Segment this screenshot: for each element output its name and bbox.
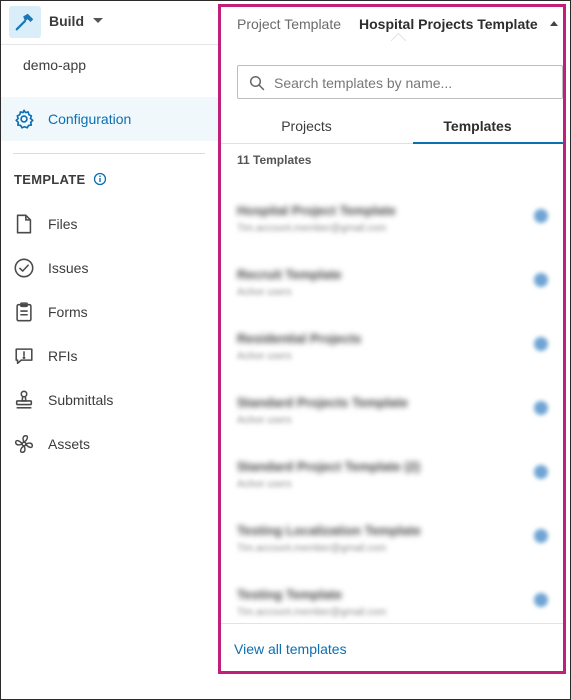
section-title: TEMPLATE — [14, 172, 86, 187]
list-item[interactable]: Recruit Template Active users — [221, 259, 563, 315]
list-item[interactable]: Testing Template Tim.account.member@gmai… — [221, 579, 563, 635]
template-name: Recruit Template — [237, 267, 342, 282]
stamp-icon — [13, 389, 35, 416]
sidebar-item-label: Files — [48, 216, 78, 232]
search-box[interactable] — [237, 65, 563, 99]
sidebar-item-assets[interactable]: Assets — [1, 424, 218, 464]
info-icon[interactable] — [93, 172, 107, 191]
sidebar-item-issues[interactable]: Issues — [1, 248, 218, 288]
hammer-icon — [9, 6, 41, 38]
template-name: Standard Projects Template — [237, 395, 408, 410]
status-dot-icon — [534, 529, 548, 543]
status-dot-icon — [534, 401, 548, 415]
status-dot-icon — [534, 465, 548, 479]
status-dot-icon — [534, 337, 548, 351]
sidebar-item-forms[interactable]: Forms — [1, 292, 218, 332]
divider — [221, 623, 563, 624]
selected-template[interactable]: Hospital Projects Template — [359, 16, 538, 32]
crumb-label: Project Template — [237, 16, 342, 32]
clipboard-icon — [13, 301, 35, 328]
search-input[interactable] — [272, 70, 556, 96]
app-switcher[interactable]: Build — [1, 1, 219, 45]
status-dot-icon — [534, 209, 548, 223]
project-name[interactable]: demo-app — [23, 57, 86, 73]
sidebar-item-label: Submittals — [48, 392, 114, 408]
divider — [13, 153, 205, 154]
list-item[interactable]: Standard Projects Template Active users — [221, 387, 563, 443]
template-owner: Active users — [237, 351, 292, 362]
speech-bubble-icon — [13, 345, 35, 372]
tab-bar: Projects Templates — [221, 113, 563, 144]
sidebar-item-label: Issues — [48, 260, 89, 276]
template-count: 11 Templates — [237, 153, 312, 167]
sidebar-item-rfis[interactable]: RFIs — [1, 336, 218, 376]
sidebar-item-submittals[interactable]: Submittals — [1, 380, 218, 420]
tab-templates[interactable]: Templates — [392, 118, 563, 144]
sidebar-item-files[interactable]: Files — [1, 204, 218, 244]
search-icon — [249, 75, 265, 96]
sidebar: demo-app Configuration TEMPLATE Files Is… — [1, 45, 218, 699]
status-dot-icon — [534, 593, 548, 607]
tab-projects[interactable]: Projects — [221, 118, 392, 143]
template-switcher-panel: Project Template Hospital Projects Templ… — [218, 4, 566, 674]
list-item[interactable]: Standard Project Template (2) Active use… — [221, 451, 563, 507]
check-circle-icon — [13, 257, 35, 284]
chevron-down-icon[interactable] — [93, 18, 103, 23]
fan-icon — [13, 433, 35, 460]
template-owner: Active users — [237, 287, 292, 298]
template-owner: Active users — [237, 479, 292, 490]
template-owner: Tim.account.member@gmail.com — [237, 223, 387, 234]
template-name: Standard Project Template (2) — [237, 459, 421, 474]
list-item[interactable]: Residential Projects Active users — [221, 323, 563, 379]
sidebar-item-label: Assets — [48, 436, 91, 452]
template-owner: Tim.account.member@gmail.com — [237, 543, 387, 554]
sidebar-item-label: Configuration — [48, 111, 132, 127]
chevron-up-icon[interactable] — [550, 21, 558, 26]
sidebar-item-label: RFIs — [48, 348, 78, 364]
status-dot-icon — [534, 273, 548, 287]
sidebar-item-configuration[interactable]: Configuration — [1, 97, 218, 141]
template-owner: Active users — [237, 415, 292, 426]
template-name: Residential Projects — [237, 331, 362, 346]
view-all-templates-link[interactable]: View all templates — [234, 641, 347, 657]
template-name: Testing Template — [237, 587, 342, 602]
list-item[interactable]: Hospital Project Template Tim.account.me… — [221, 195, 563, 251]
sidebar-item-label: Forms — [48, 304, 88, 320]
app-name: Build — [49, 13, 84, 29]
template-name: Hospital Project Template — [237, 203, 396, 218]
template-owner: Tim.account.member@gmail.com — [237, 607, 387, 618]
popover-notch — [390, 32, 407, 49]
template-name: Testing Localization Template — [237, 523, 421, 538]
gear-icon — [13, 108, 35, 135]
file-icon — [13, 213, 35, 240]
list-item[interactable]: Testing Localization Template Tim.accoun… — [221, 515, 563, 571]
